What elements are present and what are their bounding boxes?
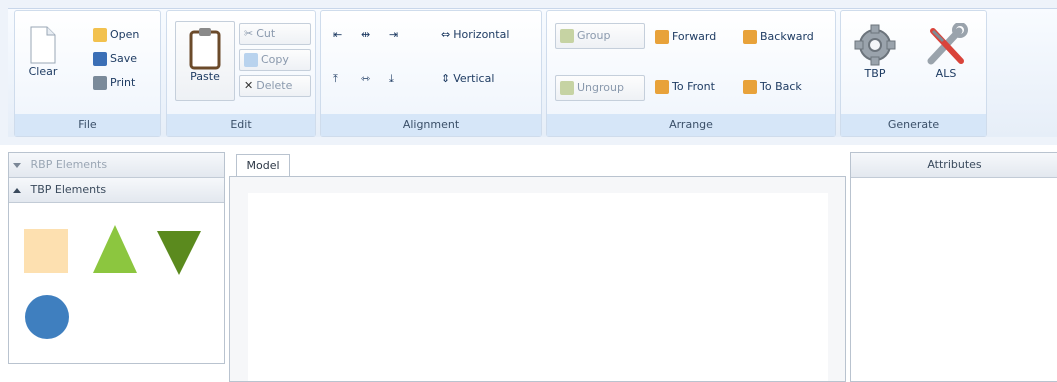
file-group: Clear Open Save Print File	[14, 10, 161, 137]
edit-group-label: Edit	[167, 114, 315, 136]
ungroup-label: Ungroup	[577, 81, 624, 94]
ungroup-icon	[560, 81, 574, 95]
rbp-elements-header[interactable]: RBP Elements	[9, 153, 224, 178]
model-pane	[229, 176, 846, 382]
bring-to-front-icon	[655, 80, 669, 94]
group-button[interactable]: Group	[555, 23, 645, 49]
generate-group-label: Generate	[841, 114, 986, 136]
cut-label: Cut	[256, 27, 276, 40]
triangle-up-shape[interactable]	[93, 225, 137, 273]
tools-wrench-screwdriver-icon	[927, 23, 968, 65]
backward-label: Backward	[760, 30, 814, 43]
ungroup-button[interactable]: Ungroup	[555, 75, 645, 101]
save-disk-icon	[93, 52, 107, 66]
align-center-icon[interactable]: ⇹	[361, 25, 370, 45]
generate-tbp-button[interactable]: TBP	[853, 23, 897, 80]
send-backward-icon	[743, 30, 757, 44]
clear-label: Clear	[28, 65, 58, 78]
align-bottom-icon[interactable]: ⤓	[389, 69, 394, 89]
als-label: ALS	[935, 67, 957, 80]
forward-label: Forward	[672, 30, 717, 43]
save-label: Save	[110, 52, 138, 65]
paste-button[interactable]: Paste	[175, 21, 235, 101]
vertical-distribute-icon: ⇕	[441, 72, 451, 85]
open-label: Open	[110, 28, 140, 41]
paste-clipboard-icon	[189, 28, 221, 70]
clear-button[interactable]: Clear	[25, 25, 61, 78]
horizontal-distribute-icon: ⇔	[441, 28, 451, 41]
vertical-label: Vertical	[453, 72, 495, 85]
square-shape[interactable]	[24, 229, 68, 273]
tbp-elements-header[interactable]: TBP Elements	[9, 178, 224, 203]
tbp-label: TBP	[864, 67, 886, 80]
open-folder-icon	[93, 28, 107, 42]
alignment-group-label: Alignment	[321, 114, 541, 136]
open-button[interactable]: Open	[93, 25, 139, 45]
circle-shape[interactable]	[25, 295, 69, 339]
paste-label: Paste	[190, 70, 220, 83]
copy-label: Copy	[261, 53, 289, 66]
generate-group: TBP ALS Generate	[840, 10, 987, 137]
delete-x-icon: ✕	[244, 79, 254, 92]
attributes-label: Attributes	[927, 158, 982, 171]
attributes-header: Attributes	[851, 153, 1057, 178]
elements-pane: RBP Elements TBP Elements	[8, 152, 225, 364]
print-label: Print	[110, 76, 136, 89]
tbp-shape-palette	[24, 225, 201, 339]
ribbon: Clear Open Save Print File Paste ✂ Cut C…	[0, 0, 1057, 145]
copy-icon	[244, 53, 258, 67]
align-middle-icon[interactable]: ⇿	[361, 69, 370, 89]
delete-label: Delete	[256, 79, 293, 92]
triangle-down-shape[interactable]	[157, 231, 201, 275]
to-back-button[interactable]: To Back	[743, 77, 802, 97]
edit-group: Paste ✂ Cut Copy ✕ Delete Edit	[166, 10, 316, 137]
send-to-back-icon	[743, 80, 757, 94]
file-group-label: File	[15, 114, 160, 136]
tab-model[interactable]: Model	[236, 154, 290, 177]
forward-button[interactable]: Forward	[655, 27, 716, 47]
print-button[interactable]: Print	[93, 73, 135, 93]
distribute-horizontal-button[interactable]: ⇔ Horizontal	[441, 25, 509, 45]
model-tab-label: Model	[246, 159, 280, 172]
distribute-vertical-button[interactable]: ⇕ Vertical	[441, 69, 494, 89]
alignment-group: ⇤ ⇹ ⇥ ⤒ ⇿ ⤓ ⇔ Horizontal ⇕ Vertical Alig…	[320, 10, 542, 137]
align-right-icon[interactable]: ⇥	[389, 25, 398, 45]
rbp-elements-label: RBP Elements	[30, 158, 108, 171]
tbp-elements-label: TBP Elements	[30, 183, 107, 196]
model-canvas[interactable]	[248, 193, 828, 381]
to-front-label: To Front	[672, 80, 715, 93]
align-left-icon[interactable]: ⇤	[333, 25, 342, 45]
horizontal-label: Horizontal	[453, 28, 510, 41]
arrange-group-label: Arrange	[547, 114, 835, 136]
cut-scissors-icon: ✂	[244, 27, 254, 40]
bring-forward-icon	[655, 30, 669, 44]
attributes-pane: Attributes	[850, 152, 1057, 382]
print-printer-icon	[93, 76, 107, 90]
group-icon	[560, 29, 574, 43]
align-top-icon[interactable]: ⤒	[333, 69, 338, 89]
collapse-arrow-icon	[13, 162, 21, 168]
cut-button[interactable]: ✂ Cut	[239, 23, 311, 45]
generate-als-button[interactable]: ALS	[921, 23, 971, 80]
gear-icon	[854, 24, 896, 66]
to-front-button[interactable]: To Front	[655, 77, 715, 97]
backward-button[interactable]: Backward	[743, 27, 814, 47]
copy-button[interactable]: Copy	[239, 49, 311, 71]
expand-arrow-icon	[13, 187, 21, 193]
clear-document-icon	[30, 26, 56, 64]
delete-button[interactable]: ✕ Delete	[239, 75, 311, 97]
save-button[interactable]: Save	[93, 49, 137, 69]
arrange-group: Group Ungroup Forward Backward To Front …	[546, 10, 836, 137]
group-label: Group	[577, 29, 611, 42]
to-back-label: To Back	[760, 80, 802, 93]
